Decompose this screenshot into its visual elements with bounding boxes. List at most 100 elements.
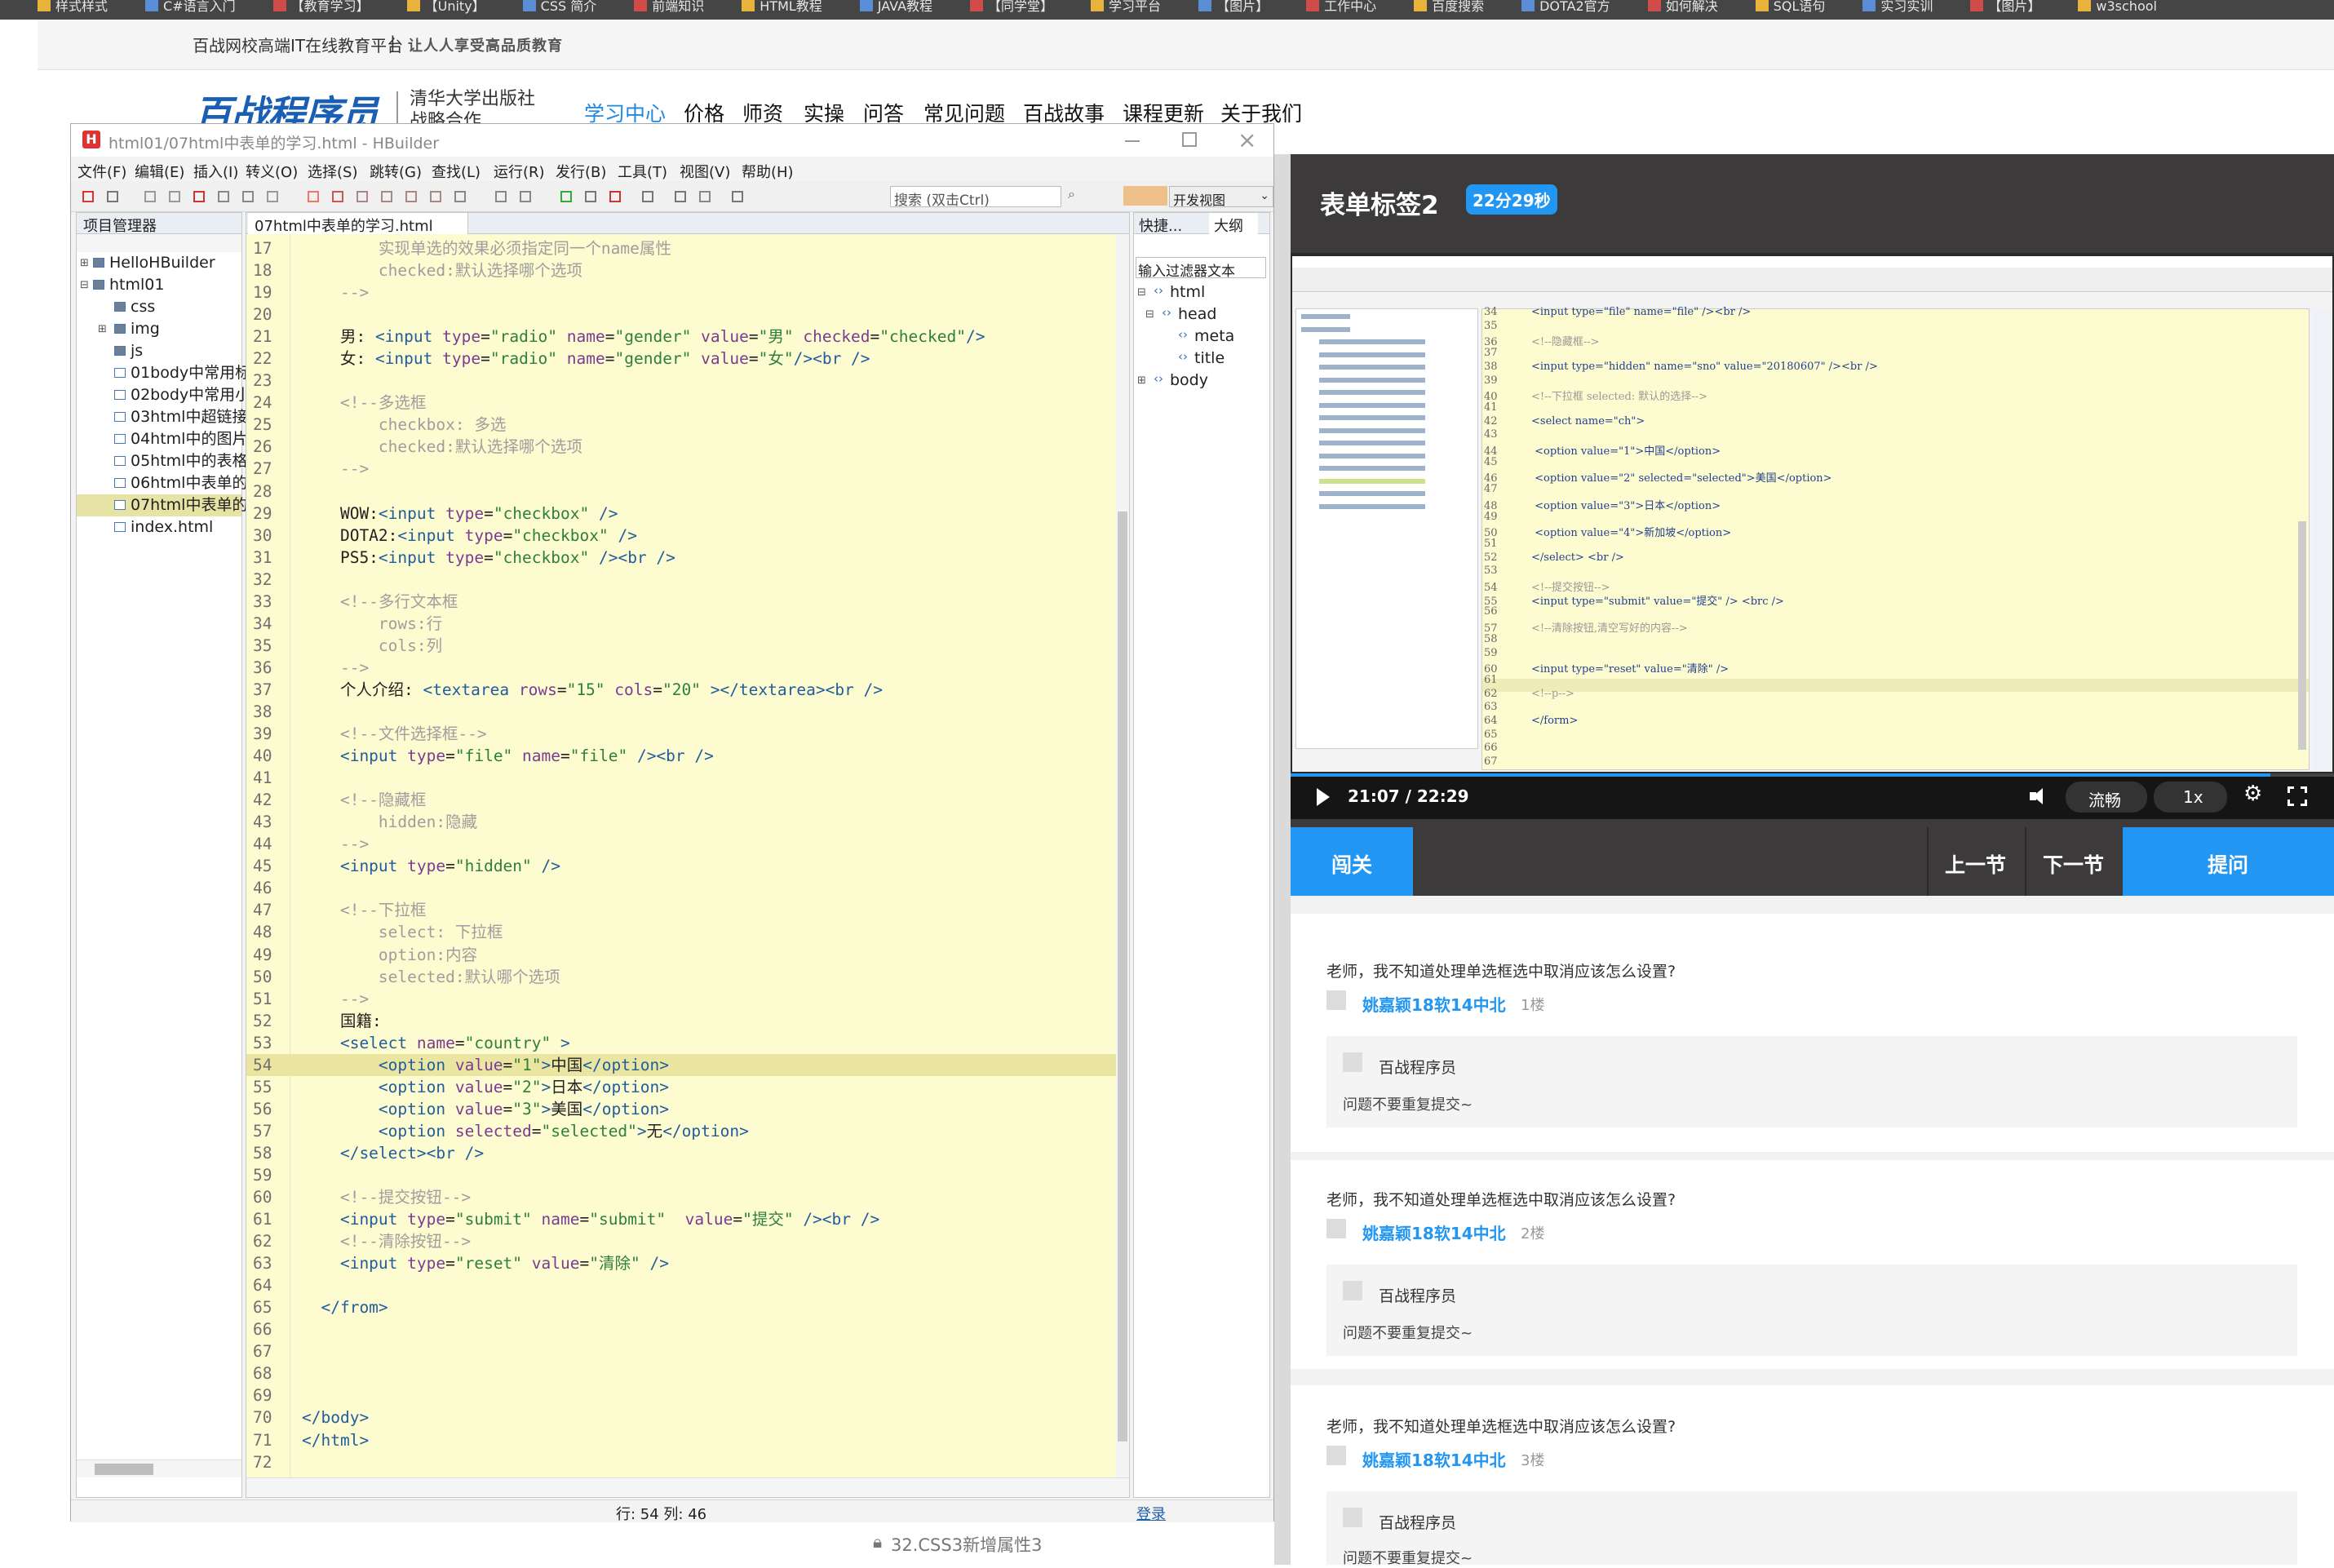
code-line[interactable]: 60 <!--提交按钮--> [246,1186,1116,1208]
code-line[interactable]: 49 option:内容 [246,944,1116,966]
code-line[interactable]: 56 <option value="3">美国</option> [246,1098,1116,1120]
code-line[interactable]: 64 [246,1274,1116,1296]
code-line[interactable]: 43 hidden:隐藏 [246,811,1116,833]
code-line[interactable]: 37 个人介绍: <textarea rows="15" cols="20" >… [246,679,1116,701]
expand-toggle-icon[interactable]: ⊞ [98,318,107,340]
bookmark-item[interactable]: JAVA教程 [859,0,932,13]
code-line[interactable]: 59 [246,1164,1116,1186]
code-lines[interactable]: 17 实现单选的效果必须指定同一个name属性 18 checked:默认选择哪个… [246,237,1116,1473]
code-line[interactable]: 19 --> [246,281,1116,303]
code-line[interactable]: 48 select: 下拉框 [246,921,1116,943]
toolbar-button-icon[interactable] [357,191,368,202]
outline-item[interactable]: ‹› title [1134,348,1269,370]
pass-button[interactable]: 闯关 [1291,827,1413,896]
volume-icon[interactable] [2030,786,2053,806]
menu-item[interactable]: 编辑(E) [135,161,184,182]
menu-item[interactable]: 插入(I) [193,161,238,182]
project-panel-title[interactable]: 项目管理器 [83,215,157,236]
tree-item[interactable]: 04html中的图片.html [77,428,288,450]
expand-toggle-icon[interactable]: ⊟ [1137,281,1146,303]
nav-item[interactable]: 问答 [863,98,904,127]
mode-badge[interactable] [1123,186,1167,206]
menu-item[interactable]: 跳转(G) [370,161,422,182]
toolbar-button-icon[interactable] [332,191,343,202]
code-line[interactable]: 23 [246,370,1116,392]
code-line[interactable]: 45 <input type="hidden" /> [246,855,1116,877]
code-line[interactable]: 32 [246,569,1116,591]
bookmark-item[interactable]: 百度搜索 [1414,0,1484,13]
toolbar-button-icon[interactable] [732,191,743,202]
toolbar-button-icon[interactable] [609,191,621,202]
tree-item[interactable]: index.html [77,516,241,538]
tree-item[interactable]: css [77,296,241,318]
toolbar-button-icon[interactable] [560,191,572,202]
toolbar-button-icon[interactable] [675,191,686,202]
tree-item[interactable]: ⊟ html01 [77,274,241,296]
progress-track[interactable] [1291,773,2334,777]
toolbar-button-icon[interactable] [381,191,392,202]
tree-item[interactable]: ⊞ img [77,318,241,340]
editor-tab[interactable]: 07html中表单的学习.html [248,213,468,235]
menu-item[interactable]: 选择(S) [308,161,357,182]
toolbar-button-icon[interactable] [107,191,118,202]
code-line[interactable]: 50 selected:默认哪个选项 [246,966,1116,988]
code-line[interactable]: 22 女: <input type="radio" name="gender" … [246,348,1116,370]
toolbar-button-icon[interactable] [585,191,596,202]
toolbar-button-icon[interactable] [267,191,278,202]
code-line[interactable]: 31 PS5:<input type="checkbox" /><br /> [246,547,1116,569]
expand-toggle-icon[interactable]: ⊟ [1145,303,1154,326]
outline-item[interactable]: ⊟ ‹› head [1134,303,1269,326]
code-line[interactable]: 67 [246,1340,1116,1362]
question-text[interactable]: 老师，我不知道处理单选框选中取消应该怎么设置? [1326,1415,1676,1437]
code-line[interactable]: 38 [246,701,1116,723]
nav-item[interactable]: 实操 [804,98,844,127]
code-line[interactable]: 40 <input type="file" name="file" /><br … [246,745,1116,767]
bookmark-item[interactable]: 【图片】 [1970,0,2040,13]
code-line[interactable]: 39 <!--文件选择框--> [246,723,1116,745]
toolbar-button-icon[interactable] [169,191,180,202]
tree-item[interactable]: 01body中常用标签.html [77,362,307,384]
bookmark-item[interactable]: 【同学堂】 [970,0,1053,13]
code-line[interactable]: 26 checked:默认选择哪个选项 [246,436,1116,458]
tree-item[interactable]: 05html中的表格.html [77,450,288,472]
question-text[interactable]: 老师，我不知道处理单选框选中取消应该怎么设置? [1326,959,1676,981]
nav-item[interactable]: 课程更新 [1123,98,1204,127]
code-line[interactable]: 20 [246,303,1116,326]
code-line[interactable]: 70 </body> [246,1406,1116,1428]
dev-view-select[interactable]: 开发视图 ⌄ [1169,186,1273,208]
tree-item[interactable]: ⊞ HelloHBuilder [77,252,241,274]
code-line[interactable]: 65 </from> [246,1296,1116,1318]
toolbar-button-icon[interactable] [642,191,653,202]
editor-vscrollbar[interactable] [1116,234,1129,1477]
menu-item[interactable]: 查找(L) [432,161,481,182]
toolbar-button-icon[interactable] [405,191,417,202]
menu-item[interactable]: 工具(T) [618,161,667,182]
quality-button[interactable]: 流畅 [2066,782,2147,813]
ask-button[interactable]: 提问 [2123,827,2334,896]
question-user[interactable]: 姚嘉颖18软14中北 [1362,992,1506,1016]
code-line[interactable]: 33 <!--多行文本框 [246,591,1116,613]
nav-item[interactable]: 师资 [742,98,783,127]
bookmark-item[interactable]: 前端知识 [634,0,704,13]
toolbar-button-icon[interactable] [82,191,94,202]
toolbar-button-icon[interactable] [242,191,254,202]
code-line[interactable]: 28 [246,481,1116,503]
code-line[interactable]: 17 实现单选的效果必须指定同一个name属性 [246,237,1116,259]
ide-search-input[interactable]: 搜索 (双击Ctrl) [890,186,1061,209]
bookmark-item[interactable]: 如何解决 [1647,0,1718,13]
question-user[interactable]: 姚嘉颖18软14中北 [1362,1447,1506,1471]
toolbar-button-icon[interactable] [699,191,711,202]
close-icon[interactable]: × [1238,126,1256,153]
toolbar-button-icon[interactable] [495,191,507,202]
toolbar-button-icon[interactable] [430,191,441,202]
bookmark-item[interactable]: 【Unity】 [406,0,485,13]
code-line[interactable]: 61 <input type="submit" name="submit" va… [246,1208,1116,1230]
bookmark-item[interactable]: CSS 简介 [522,0,596,13]
code-line[interactable]: 27 --> [246,458,1116,480]
code-line[interactable]: 58 </select><br /> [246,1142,1116,1164]
code-line[interactable]: 71 </html> [246,1429,1116,1451]
code-line[interactable]: 36 --> [246,657,1116,679]
code-line[interactable]: 66 [246,1318,1116,1340]
code-line[interactable]: 62 <!--清除按钮--> [246,1230,1116,1252]
bookmark-item[interactable]: w3school [2078,0,2157,13]
